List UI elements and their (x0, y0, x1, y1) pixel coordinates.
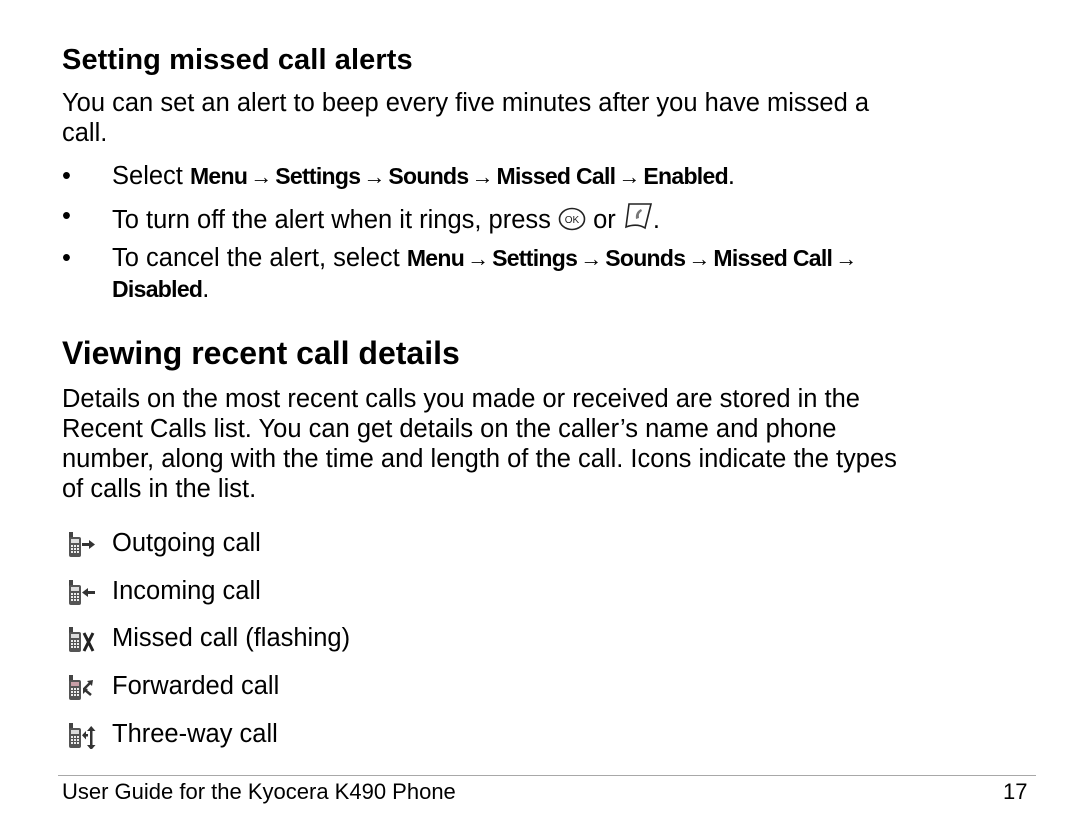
footer-document-title: User Guide for the Kyocera K490 Phone (62, 779, 456, 804)
menu-path-sounds: Sounds (388, 163, 469, 189)
bullet-text: or (586, 206, 623, 234)
section-heading-recent-call-details: Viewing recent call details (62, 335, 460, 371)
arrow-icon: → (688, 246, 711, 271)
arrow-icon: → (618, 164, 641, 189)
footer-divider (58, 775, 1036, 776)
menu-path-settings: Settings (275, 163, 361, 189)
ok-key-icon: OK (558, 207, 586, 238)
menu-path-menu: Menu (189, 163, 248, 189)
punctuation: . (652, 206, 660, 234)
call-type-label: Incoming call (112, 577, 261, 605)
bullet-text: To turn off the alert when it rings, pre… (112, 206, 559, 234)
menu-path-disabled: Disabled (112, 276, 203, 302)
menu-path-settings: Settings (492, 245, 578, 271)
menu-path-menu: Menu (406, 245, 465, 271)
punctuation: . (202, 275, 210, 303)
arrow-icon: → (835, 246, 858, 271)
intro-line-1: You can set an alert to beep every five … (62, 89, 870, 117)
recent-calls-paragraph: Details on the most recent calls you mad… (62, 384, 1042, 504)
arrow-icon: → (467, 246, 490, 271)
missed-call-icon (66, 625, 100, 653)
call-type-label: Three-way call (112, 720, 278, 748)
svg-text:OK: OK (565, 215, 580, 226)
menu-path-missed-call: Missed Call (713, 245, 833, 271)
arrow-icon: → (471, 164, 494, 189)
punctuation: . (727, 162, 736, 190)
outgoing-call-icon (66, 530, 100, 558)
bullet-text: Select (112, 162, 190, 190)
paragraph-line: Details on the most recent calls you mad… (62, 385, 860, 413)
call-type-label: Forwarded call (112, 672, 280, 700)
intro-line-2: call. (62, 119, 108, 147)
menu-path-missed-call: Missed Call (496, 163, 617, 189)
menu-path-enabled: Enabled (643, 163, 728, 189)
bullet-marker: • (62, 162, 71, 190)
paragraph-line: number, along with the time and length o… (62, 445, 897, 473)
bullet-text: To cancel the alert, select (112, 244, 407, 272)
intro-paragraph: You can set an alert to beep every five … (62, 88, 1042, 148)
bullet-marker: • (62, 244, 71, 272)
section-heading-missed-call-alerts: Setting missed call alerts (62, 44, 413, 76)
bullet-marker: • (62, 202, 71, 230)
call-type-label: Missed call (flashing) (112, 624, 351, 652)
arrow-icon: → (250, 164, 273, 189)
incoming-call-icon (66, 578, 100, 606)
send-key-icon (623, 201, 653, 238)
forwarded-call-icon (66, 673, 100, 701)
paragraph-line: of calls in the list. (62, 475, 257, 503)
arrow-icon: → (363, 164, 386, 189)
page-number: 17 (1003, 779, 1028, 804)
call-type-label: Outgoing call (112, 529, 261, 557)
three-way-call-icon (66, 721, 100, 750)
menu-path-sounds: Sounds (605, 245, 686, 271)
paragraph-line: Recent Calls list. You can get details o… (62, 415, 837, 443)
arrow-icon: → (580, 246, 603, 271)
